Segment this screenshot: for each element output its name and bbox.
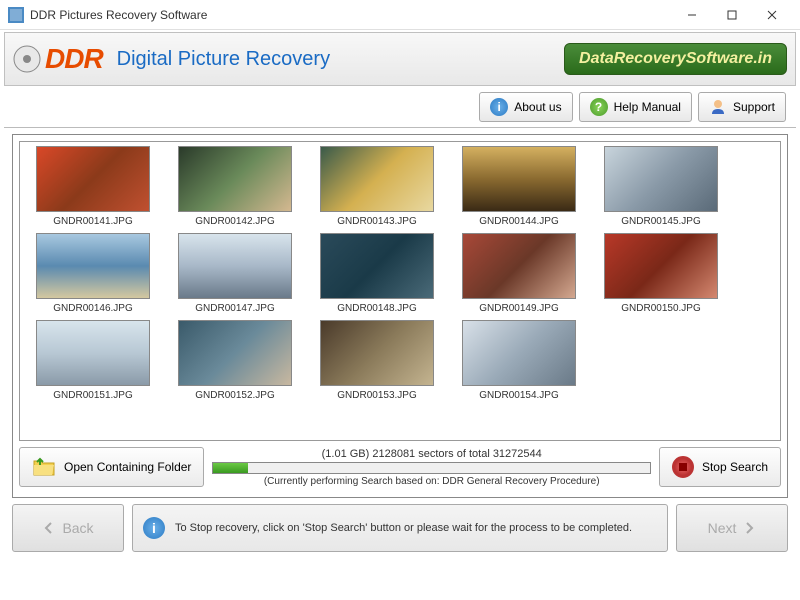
thumbnail-image: [320, 146, 434, 212]
thumbnail-item[interactable]: GNDR00141.JPG: [22, 146, 164, 227]
logo-icon: [13, 45, 41, 73]
progress-area: (1.01 GB) 2128081 sectors of total 31272…: [212, 448, 651, 487]
open-folder-label: Open Containing Folder: [64, 460, 191, 474]
thumbnail-label: GNDR00146.JPG: [22, 303, 164, 314]
main-panel: GNDR00141.JPGGNDR00142.JPGGNDR00143.JPGG…: [12, 134, 788, 498]
thumbnail-label: GNDR00141.JPG: [22, 216, 164, 227]
back-arrow-icon: [42, 521, 56, 535]
support-button[interactable]: Support: [698, 92, 786, 122]
next-arrow-icon: [742, 521, 756, 535]
action-row: Open Containing Folder (1.01 GB) 2128081…: [19, 447, 781, 487]
info-icon: i: [490, 98, 508, 116]
thumbnail-image: [36, 233, 150, 299]
help-icon: ?: [590, 98, 608, 116]
help-label: Help Manual: [614, 100, 681, 114]
next-button[interactable]: Next: [676, 504, 788, 552]
thumbnail-item[interactable]: GNDR00151.JPG: [22, 320, 164, 401]
back-label: Back: [62, 520, 93, 536]
thumbnail-label: GNDR00149.JPG: [448, 303, 590, 314]
logo-text: DDR: [45, 43, 103, 75]
brand-badge: DataRecoverySoftware.in: [564, 43, 787, 75]
folder-icon: [32, 457, 56, 477]
minimize-button[interactable]: [672, 1, 712, 29]
logo: DDR Digital Picture Recovery: [13, 43, 330, 75]
thumbnail-label: GNDR00147.JPG: [164, 303, 306, 314]
hint-text: To Stop recovery, click on 'Stop Search'…: [175, 522, 632, 534]
thumbnail-image: [604, 233, 718, 299]
back-button[interactable]: Back: [12, 504, 124, 552]
thumbnail-label: GNDR00143.JPG: [306, 216, 448, 227]
maximize-button[interactable]: [712, 1, 752, 29]
thumbnail-image: [462, 320, 576, 386]
thumbnail-label: GNDR00148.JPG: [306, 303, 448, 314]
thumbnails-area[interactable]: GNDR00141.JPGGNDR00142.JPGGNDR00143.JPGG…: [19, 141, 781, 441]
thumbnail-image: [178, 320, 292, 386]
about-button[interactable]: i About us: [479, 92, 572, 122]
thumbnail-label: GNDR00142.JPG: [164, 216, 306, 227]
thumbnail-image: [462, 233, 576, 299]
thumbnail-item[interactable]: GNDR00142.JPG: [164, 146, 306, 227]
progress-bar: [212, 462, 651, 474]
thumbnail-image: [36, 146, 150, 212]
product-title: Digital Picture Recovery: [117, 48, 330, 71]
about-label: About us: [514, 100, 561, 114]
progress-text: (1.01 GB) 2128081 sectors of total 31272…: [212, 448, 651, 460]
thumbnail-label: GNDR00145.JPG: [590, 216, 732, 227]
thumbnail-item[interactable]: GNDR00144.JPG: [448, 146, 590, 227]
stop-search-button[interactable]: Stop Search: [659, 447, 781, 487]
thumbnail-label: GNDR00151.JPG: [22, 390, 164, 401]
progress-note: (Currently performing Search based on: D…: [212, 476, 651, 487]
thumbnail-label: GNDR00144.JPG: [448, 216, 590, 227]
footer: Back i To Stop recovery, click on 'Stop …: [12, 504, 788, 552]
app-icon: [8, 7, 24, 23]
close-button[interactable]: [752, 1, 792, 29]
thumbnail-item[interactable]: GNDR00148.JPG: [306, 233, 448, 314]
thumbnail-label: GNDR00152.JPG: [164, 390, 306, 401]
thumbnail-item[interactable]: GNDR00153.JPG: [306, 320, 448, 401]
thumbnail-item[interactable]: GNDR00154.JPG: [448, 320, 590, 401]
thumbnail-label: GNDR00153.JPG: [306, 390, 448, 401]
hint-box: i To Stop recovery, click on 'Stop Searc…: [132, 504, 668, 552]
titlebar: DDR Pictures Recovery Software: [0, 0, 800, 30]
thumbnail-image: [320, 320, 434, 386]
next-label: Next: [708, 520, 737, 536]
toolbar: i About us ? Help Manual Support: [4, 86, 796, 128]
thumbnail-label: GNDR00150.JPG: [590, 303, 732, 314]
thumbnail-image: [320, 233, 434, 299]
open-folder-button[interactable]: Open Containing Folder: [19, 447, 204, 487]
header: DDR Digital Picture Recovery DataRecover…: [4, 32, 796, 86]
thumbnail-image: [36, 320, 150, 386]
thumbnail-item[interactable]: GNDR00143.JPG: [306, 146, 448, 227]
window-title: DDR Pictures Recovery Software: [30, 8, 672, 22]
hint-info-icon: i: [143, 517, 165, 539]
thumbnail-item[interactable]: GNDR00147.JPG: [164, 233, 306, 314]
thumbnail-image: [462, 146, 576, 212]
support-label: Support: [733, 100, 775, 114]
stop-label: Stop Search: [702, 460, 768, 474]
thumbnail-item[interactable]: GNDR00150.JPG: [590, 233, 732, 314]
help-button[interactable]: ? Help Manual: [579, 92, 692, 122]
thumbnail-item[interactable]: GNDR00149.JPG: [448, 233, 590, 314]
thumbnail-image: [178, 146, 292, 212]
support-icon: [709, 98, 727, 116]
thumbnail-image: [604, 146, 718, 212]
stop-icon: [672, 456, 694, 478]
thumbnail-image: [178, 233, 292, 299]
thumbnail-item[interactable]: GNDR00145.JPG: [590, 146, 732, 227]
thumbnail-item[interactable]: GNDR00146.JPG: [22, 233, 164, 314]
thumbnail-label: GNDR00154.JPG: [448, 390, 590, 401]
thumbnail-item[interactable]: GNDR00152.JPG: [164, 320, 306, 401]
progress-fill: [213, 463, 248, 473]
